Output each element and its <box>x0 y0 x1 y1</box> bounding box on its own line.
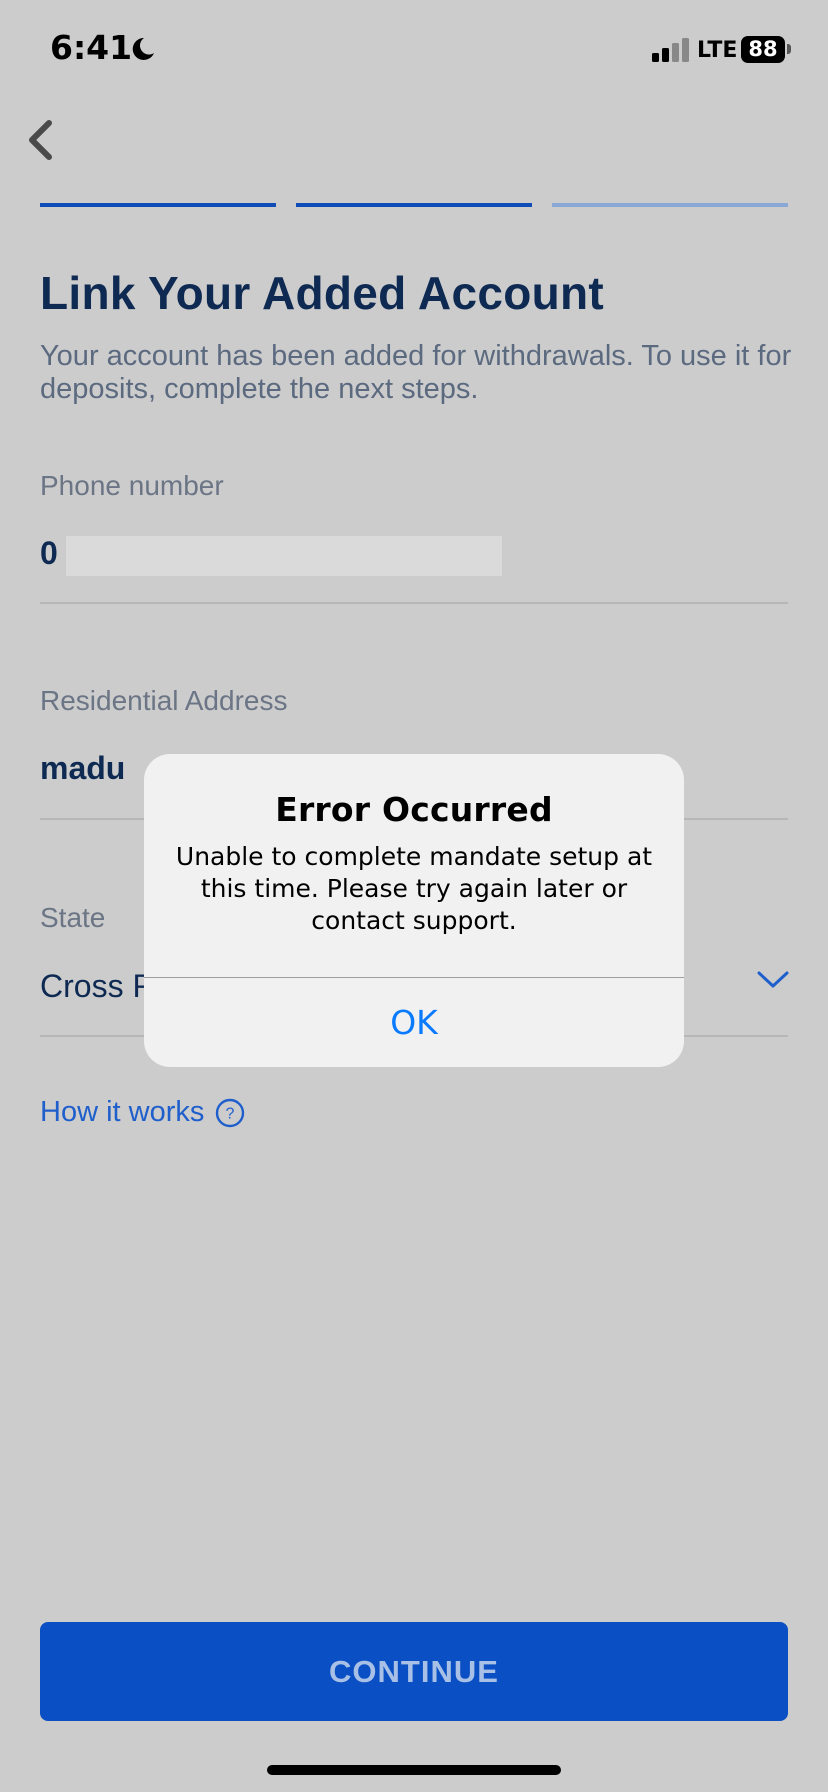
redacted-phone-area <box>66 536 502 576</box>
alert-message: Unable to complete mandate setup at this… <box>175 842 653 935</box>
network-type: LTE <box>697 38 738 63</box>
chevron-down-icon[interactable] <box>756 970 790 990</box>
address-label: Residential Address <box>40 685 288 716</box>
battery-icon: 88 <box>741 36 785 63</box>
status-time: 6:41 <box>50 28 133 67</box>
battery-tip <box>787 44 791 54</box>
page-subtitle: Your account has been added for withdraw… <box>40 340 792 405</box>
error-alert: Error Occurred Unable to complete mandat… <box>144 754 684 1067</box>
question-circle-icon: ? <box>216 1098 245 1127</box>
phone-field[interactable]: 0 <box>40 535 58 572</box>
phone-divider <box>40 602 788 604</box>
state-label: State <box>40 902 106 933</box>
phone-label: Phone number <box>40 470 224 501</box>
alert-title: Error Occurred <box>275 790 553 829</box>
page-title: Link Your Added Account <box>40 267 605 319</box>
how-it-works-label: How it works <box>40 1096 205 1128</box>
state-select[interactable]: Cross R <box>40 968 148 1005</box>
progress-step-1 <box>40 203 276 207</box>
address-field[interactable]: madu <box>40 750 148 787</box>
continue-button[interactable]: CONTINUE <box>40 1622 788 1721</box>
progress-step-3 <box>552 203 788 207</box>
home-indicator <box>267 1765 561 1775</box>
progress-step-2 <box>296 203 532 207</box>
back-arrow-icon[interactable] <box>22 118 62 162</box>
moon-icon <box>132 37 154 60</box>
svg-text:?: ? <box>226 1105 235 1122</box>
how-it-works-link[interactable]: How it works ? <box>40 1096 245 1129</box>
cellular-signal-icon <box>652 38 689 62</box>
alert-ok-button[interactable]: OK <box>144 978 684 1067</box>
status-bar: 6:41 LTE 88 <box>0 0 828 100</box>
